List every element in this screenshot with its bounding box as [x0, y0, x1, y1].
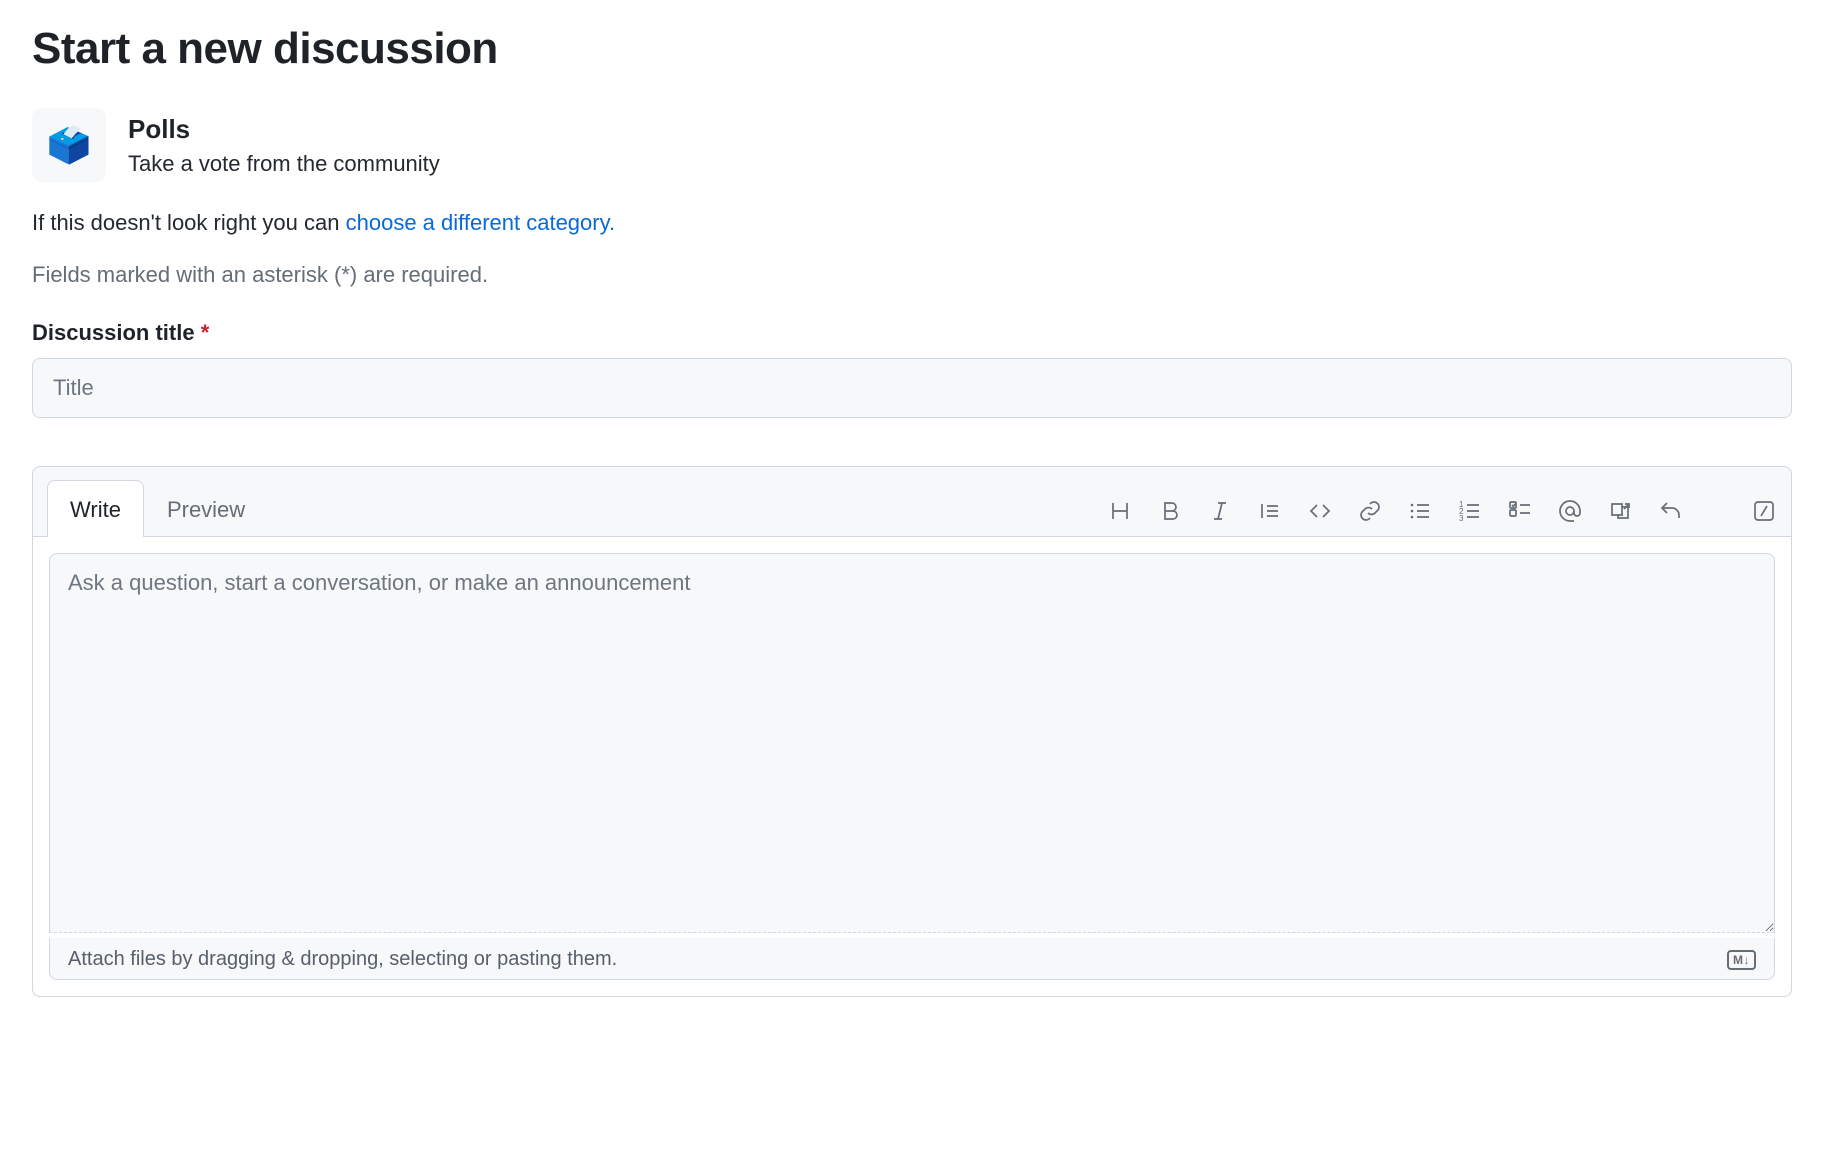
choose-category-link[interactable]: choose a different category.	[346, 210, 615, 235]
bold-icon[interactable]	[1157, 498, 1183, 524]
discussion-title-label: Discussion title *	[32, 320, 1800, 346]
mention-icon[interactable]	[1557, 498, 1583, 524]
reply-icon[interactable]	[1657, 498, 1683, 524]
unordered-list-icon[interactable]	[1407, 498, 1433, 524]
heading-icon[interactable]	[1107, 498, 1133, 524]
cross-reference-icon[interactable]	[1607, 498, 1633, 524]
discussion-body-textarea[interactable]	[49, 553, 1775, 933]
link-icon[interactable]	[1357, 498, 1383, 524]
required-asterisk: *	[201, 320, 210, 345]
task-list-icon[interactable]	[1507, 498, 1533, 524]
editor-body: Attach files by dragging & dropping, sel…	[33, 537, 1791, 996]
slash-commands-icon[interactable]	[1751, 498, 1777, 524]
markdown-toolbar: 123	[1107, 498, 1777, 536]
category-name: Polls	[128, 114, 440, 145]
required-fields-note: Fields marked with an asterisk (*) are r…	[32, 262, 1800, 288]
attach-files-bar[interactable]: Attach files by dragging & dropping, sel…	[49, 938, 1775, 980]
svg-text:3: 3	[1459, 514, 1464, 523]
category-hint-prefix: If this doesn't look right you can	[32, 210, 346, 235]
discussion-title-label-text: Discussion title	[32, 320, 195, 345]
category-hint: If this doesn't look right you can choos…	[32, 210, 1800, 236]
italic-icon[interactable]	[1207, 498, 1233, 524]
category-header: 🗳️ Polls Take a vote from the community	[32, 108, 1800, 182]
page-title: Start a new discussion	[32, 24, 1800, 74]
quote-icon[interactable]	[1257, 498, 1283, 524]
markdown-supported-icon[interactable]: M↓	[1727, 950, 1756, 970]
tab-write[interactable]: Write	[47, 480, 144, 537]
discussion-title-input[interactable]	[32, 358, 1792, 418]
tab-preview[interactable]: Preview	[144, 480, 268, 537]
code-icon[interactable]	[1307, 498, 1333, 524]
ballot-box-icon: 🗳️	[32, 108, 106, 182]
comment-editor: Write Preview	[32, 466, 1792, 997]
attach-files-hint: Attach files by dragging & dropping, sel…	[68, 948, 617, 971]
ordered-list-icon[interactable]: 123	[1457, 498, 1483, 524]
category-description: Take a vote from the community	[128, 151, 440, 177]
editor-tabbar: Write Preview	[33, 467, 1791, 537]
